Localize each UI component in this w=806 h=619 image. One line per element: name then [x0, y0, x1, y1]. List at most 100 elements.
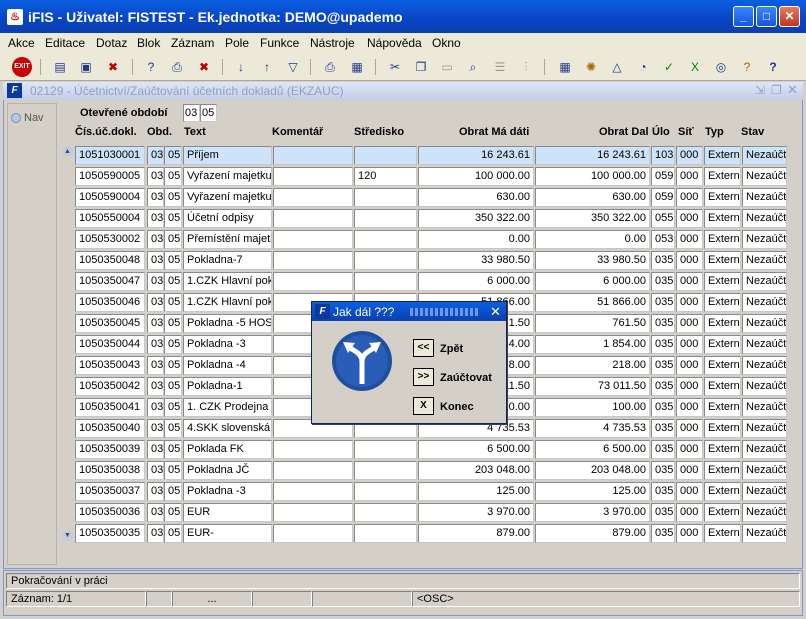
- cell-status[interactable]: Nezaúčt: [742, 146, 787, 165]
- cell-period-month[interactable]: 03: [147, 251, 164, 270]
- nav-radio-icon[interactable]: [11, 113, 21, 123]
- cell-type[interactable]: Extern: [704, 230, 741, 249]
- cell-credit[interactable]: 879.00: [535, 524, 650, 543]
- cell-debit[interactable]: 3 970.00: [418, 503, 534, 522]
- cell-network[interactable]: 000: [676, 461, 703, 480]
- cell-doc-number[interactable]: 1050350042: [75, 377, 145, 396]
- cell-cost-center[interactable]: [354, 209, 417, 228]
- cell-cost-center[interactable]: [354, 524, 417, 543]
- cell-status[interactable]: Nezaúčt: [742, 293, 787, 312]
- cell-text[interactable]: Vyřazení majetku: [183, 188, 272, 207]
- cell-cost-center[interactable]: [354, 440, 417, 459]
- end-button[interactable]: X: [413, 397, 434, 415]
- cell-type[interactable]: Extern: [704, 146, 741, 165]
- menu-okno[interactable]: Okno: [432, 36, 461, 50]
- cell-status[interactable]: Nezaúčt: [742, 188, 787, 207]
- vertical-scrollbar[interactable]: ▲ ▼: [62, 146, 73, 541]
- cell-comment[interactable]: [273, 188, 353, 207]
- cell-doc-number[interactable]: 1050350046: [75, 293, 145, 312]
- cell-ulo[interactable]: 035: [651, 335, 675, 354]
- query-icon[interactable]: ?: [141, 57, 161, 77]
- period-year-field[interactable]: 05: [200, 104, 217, 122]
- dialog-close-icon[interactable]: ✕: [490, 304, 501, 320]
- cell-ulo[interactable]: 103: [651, 146, 675, 165]
- menu-akce[interactable]: Akce: [8, 36, 35, 50]
- cell-network[interactable]: 000: [676, 314, 703, 333]
- cell-cost-center[interactable]: 120: [354, 167, 417, 186]
- cell-text[interactable]: EUR: [183, 503, 272, 522]
- cell-doc-number[interactable]: 1050350044: [75, 335, 145, 354]
- cell-cost-center[interactable]: [354, 272, 417, 291]
- cell-text[interactable]: Účetní odpisy: [183, 209, 272, 228]
- cell-ulo[interactable]: 035: [651, 314, 675, 333]
- cell-period-year[interactable]: 05: [164, 167, 182, 186]
- cell-comment[interactable]: [273, 482, 353, 501]
- cell-network[interactable]: 000: [676, 188, 703, 207]
- cell-credit[interactable]: 6 500.00: [535, 440, 650, 459]
- cell-status[interactable]: Nezaúčt: [742, 461, 787, 480]
- cell-status[interactable]: Nezaúčt: [742, 503, 787, 522]
- cell-status[interactable]: Nezaúčt: [742, 314, 787, 333]
- cell-comment[interactable]: [273, 167, 353, 186]
- cell-period-month[interactable]: 03: [147, 419, 164, 438]
- cell-type[interactable]: Extern: [704, 314, 741, 333]
- cell-network[interactable]: 000: [676, 440, 703, 459]
- cell-period-month[interactable]: 03: [147, 293, 164, 312]
- cell-doc-number[interactable]: 1050550004: [75, 209, 145, 228]
- cell-comment[interactable]: [273, 146, 353, 165]
- cell-period-year[interactable]: 05: [164, 188, 182, 207]
- cell-network[interactable]: 000: [676, 398, 703, 417]
- cell-period-month[interactable]: 03: [147, 440, 164, 459]
- cell-period-year[interactable]: 05: [164, 461, 182, 480]
- cell-credit[interactable]: 218.00: [535, 356, 650, 375]
- cell-debit[interactable]: 6 000.00: [418, 272, 534, 291]
- save-icon[interactable]: ▣: [76, 57, 96, 77]
- cell-period-year[interactable]: 05: [164, 146, 182, 165]
- cell-period-month[interactable]: 03: [147, 188, 164, 207]
- cell-type[interactable]: Extern: [704, 377, 741, 396]
- cell-status[interactable]: Nezaúčt: [742, 419, 787, 438]
- cell-ulo[interactable]: 035: [651, 377, 675, 396]
- cell-comment[interactable]: [273, 251, 353, 270]
- cell-ulo[interactable]: 035: [651, 356, 675, 375]
- cell-period-month[interactable]: 03: [147, 230, 164, 249]
- cell-doc-number[interactable]: 1051030001: [75, 146, 145, 165]
- copy-icon[interactable]: ❐: [411, 57, 431, 77]
- cell-doc-number[interactable]: 1050350039: [75, 440, 145, 459]
- cell-period-year[interactable]: 05: [164, 230, 182, 249]
- cell-network[interactable]: 000: [676, 356, 703, 375]
- cell-type[interactable]: Extern: [704, 482, 741, 501]
- cell-credit[interactable]: 203 048.00: [535, 461, 650, 480]
- cell-doc-number[interactable]: 1050350048: [75, 251, 145, 270]
- cell-period-year[interactable]: 05: [164, 524, 182, 543]
- cell-network[interactable]: 000: [676, 524, 703, 543]
- cell-comment[interactable]: [273, 461, 353, 480]
- cell-period-month[interactable]: 03: [147, 503, 164, 522]
- print-icon[interactable]: ⎙: [320, 57, 340, 77]
- cell-credit[interactable]: 100.00: [535, 398, 650, 417]
- cell-cost-center[interactable]: [354, 251, 417, 270]
- cell-ulo[interactable]: 055: [651, 209, 675, 228]
- cell-type[interactable]: Extern: [704, 440, 741, 459]
- cell-text[interactable]: Příjem: [183, 146, 272, 165]
- cell-ulo[interactable]: 035: [651, 419, 675, 438]
- cell-doc-number[interactable]: 1050530002: [75, 230, 145, 249]
- close-button[interactable]: ✕: [779, 6, 800, 27]
- cell-debit[interactable]: 350 322.00: [418, 209, 534, 228]
- cell-network[interactable]: 000: [676, 272, 703, 291]
- cell-text[interactable]: Pokladna -4: [183, 356, 272, 375]
- cell-doc-number[interactable]: 1050350040: [75, 419, 145, 438]
- cell-network[interactable]: 000: [676, 230, 703, 249]
- cell-period-year[interactable]: 05: [164, 314, 182, 333]
- cancel-query-icon[interactable]: ✖: [194, 57, 214, 77]
- menu-blok[interactable]: Blok: [137, 36, 160, 50]
- settings-icon[interactable]: ✺: [581, 57, 601, 77]
- cell-text[interactable]: Pokladna-1: [183, 377, 272, 396]
- cell-period-year[interactable]: 05: [164, 482, 182, 501]
- cell-cost-center[interactable]: [354, 503, 417, 522]
- cell-credit[interactable]: 125.00: [535, 482, 650, 501]
- menu-pole[interactable]: Pole: [225, 36, 249, 50]
- form-close-icon[interactable]: ✕: [787, 82, 798, 98]
- cell-ulo[interactable]: 035: [651, 440, 675, 459]
- internet-icon[interactable]: ◎: [711, 57, 731, 77]
